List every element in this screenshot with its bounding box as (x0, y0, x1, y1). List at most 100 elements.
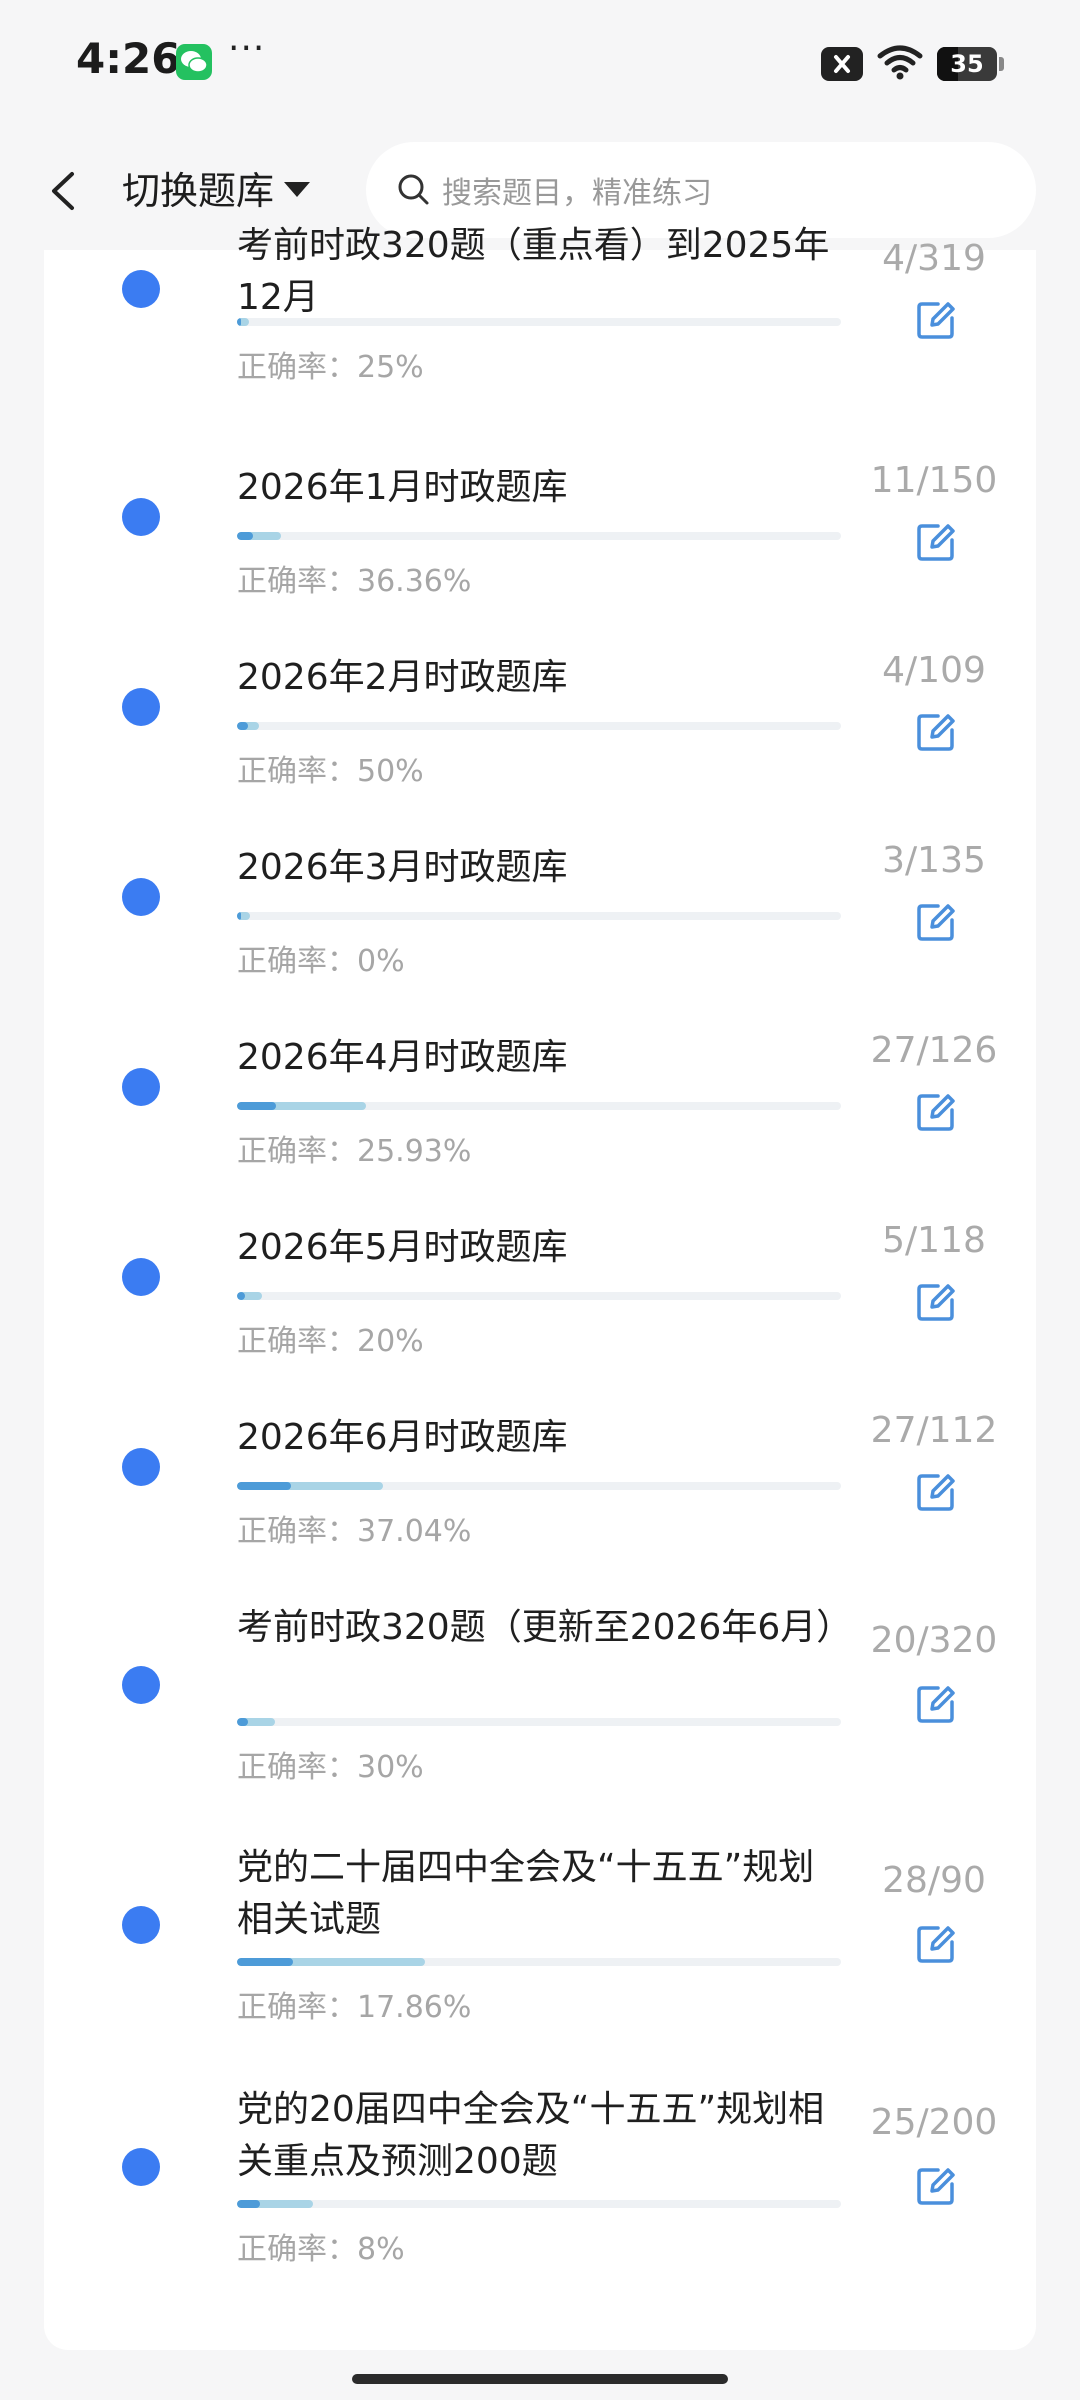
back-arrow-icon (52, 172, 74, 210)
progress-ratio: 11/150 (870, 460, 998, 501)
battery-icon: 35 (937, 47, 997, 81)
accuracy-label: 正确率： (237, 350, 357, 385)
edit-practice-icon[interactable] (914, 520, 958, 564)
progress-correct-fill (237, 722, 249, 730)
progress-bar (237, 1292, 841, 1300)
caret-down-icon (284, 182, 311, 197)
item-title: 2026年1月时政题库 (237, 467, 568, 508)
progress-bar (237, 722, 841, 730)
switch-bank-dropdown[interactable]: 切换题库 (122, 160, 311, 215)
accuracy-value: 37.04% (357, 1514, 472, 1549)
question-bank-item[interactable]: 2026年6月时政题库 正确率：37.04% 27/112 (44, 1410, 1036, 1612)
accuracy-text: 正确率：20% (237, 1316, 424, 1360)
accuracy-value: 8% (357, 2232, 405, 2267)
accuracy-label: 正确率： (237, 2232, 357, 2267)
progress-ratio: 28/90 (882, 1860, 986, 1901)
progress-ratio: 27/112 (870, 1410, 998, 1451)
accuracy-label: 正确率： (237, 1990, 357, 2025)
item-title: 考前时政320题（更新至2026年6月） (237, 1607, 853, 1648)
item-title: 2026年2月时政题库 (237, 657, 568, 698)
accuracy-text: 正确率：37.04% (237, 1506, 471, 1550)
accuracy-value: 25% (357, 350, 424, 385)
accuracy-text: 正确率：50% (237, 746, 424, 790)
edit-practice-icon[interactable] (914, 298, 958, 342)
question-bank-item[interactable]: 党的二十届四中全会及“十五五”规划相关试题正确率：17.86% 28/90 (44, 1842, 1036, 2042)
progress-bar (237, 2200, 841, 2208)
back-button[interactable] (48, 166, 78, 220)
accuracy-text: 正确率：17.86% (237, 1982, 471, 2026)
status-dot-icon (122, 688, 160, 726)
progress-correct-fill (237, 2200, 260, 2208)
item-title: 2026年3月时政题库 (237, 847, 568, 888)
item-title: 党的二十届四中全会及“十五五”规划相关试题 (237, 1847, 815, 1940)
status-dot-icon (122, 1258, 160, 1296)
progress-bar (237, 1482, 841, 1490)
item-title: 2026年5月时政题库 (237, 1227, 568, 1268)
progress-ratio: 4/109 (882, 650, 986, 691)
item-title: 党的20届四中全会及“十五五”规划相关重点及预测200题 (237, 2089, 825, 2182)
search-icon (398, 174, 429, 205)
home-indicator[interactable] (352, 2374, 728, 2384)
progress-bar (237, 912, 841, 920)
question-bank-item[interactable]: 考前时政320题（重点看）到2025年12月正确率：25% 4/319 (44, 220, 1036, 420)
edit-practice-icon[interactable] (914, 2164, 958, 2208)
accuracy-value: 25.93% (357, 1134, 472, 1169)
item-title: 2026年4月时政题库 (237, 1037, 568, 1078)
progress-correct-fill (237, 1958, 294, 1966)
progress-ratio: 20/320 (870, 1620, 998, 1661)
item-title: 2026年6月时政题库 (237, 1417, 568, 1458)
question-bank-item[interactable]: 党的20届四中全会及“十五五”规划相关重点及预测200题 正确率：8% 25/200 (44, 2084, 1036, 2284)
status-dot-icon (122, 1906, 160, 1944)
accuracy-label: 正确率： (237, 1134, 357, 1169)
wechat-icon (176, 44, 212, 80)
progress-bar (237, 1718, 841, 1726)
edit-practice-icon[interactable] (914, 1922, 958, 1966)
progress-ratio: 3/135 (882, 840, 986, 881)
accuracy-label: 正确率： (237, 1514, 357, 1549)
progress-ratio: 27/126 (870, 1030, 998, 1071)
accuracy-label: 正确率： (237, 1750, 357, 1785)
question-bank-item[interactable]: 2026年1月时政题库正确率：36.36% 11/150 (44, 460, 1036, 662)
progress-bar (237, 318, 841, 326)
progress-correct-fill (237, 1292, 245, 1300)
more-notifications-icon: ··· (228, 28, 266, 69)
edit-practice-icon[interactable] (914, 1470, 958, 1514)
accuracy-label: 正确率： (237, 1324, 357, 1359)
question-bank-item[interactable]: 2026年4月时政题库正确率：25.93% 27/126 (44, 1030, 1036, 1232)
status-dot-icon (122, 498, 160, 536)
accuracy-value: 0% (357, 944, 405, 979)
accuracy-text: 正确率：8% (237, 2224, 405, 2268)
accuracy-label: 正确率： (237, 754, 357, 789)
switch-bank-label: 切换题库 (122, 169, 275, 213)
notification-muted-icon (821, 47, 863, 81)
accuracy-value: 30% (357, 1750, 424, 1785)
accuracy-text: 正确率：30% (237, 1742, 424, 1786)
accuracy-value: 20% (357, 1324, 424, 1359)
accuracy-label: 正确率： (237, 564, 357, 599)
progress-correct-fill (237, 1102, 276, 1110)
edit-practice-icon[interactable] (914, 1280, 958, 1324)
status-time: 4:26 (76, 34, 181, 83)
battery-level: 35 (950, 50, 984, 78)
accuracy-value: 17.86% (357, 1990, 472, 2025)
edit-practice-icon[interactable] (914, 710, 958, 754)
progress-correct-fill (237, 532, 254, 540)
accuracy-value: 36.36% (357, 564, 472, 599)
status-dot-icon (122, 270, 160, 308)
progress-correct-fill (237, 1718, 249, 1726)
edit-practice-icon[interactable] (914, 900, 958, 944)
edit-practice-icon[interactable] (914, 1090, 958, 1134)
edit-practice-icon[interactable] (914, 1682, 958, 1726)
progress-correct-fill (237, 1482, 291, 1490)
wifi-icon (877, 44, 923, 84)
question-bank-item[interactable]: 2026年3月时政题库 正确率：0% 3/135 (44, 840, 1036, 1042)
item-title: 考前时政320题（重点看）到2025年12月 (237, 225, 830, 318)
status-dot-icon (122, 1666, 160, 1704)
accuracy-text: 正确率：25% (237, 342, 424, 386)
question-bank-item[interactable]: 2026年5月时政题库 正确率：20% 5/118 (44, 1220, 1036, 1422)
progress-ratio: 4/319 (882, 238, 986, 279)
accuracy-text: 正确率：0% (237, 936, 405, 980)
question-bank-item[interactable]: 考前时政320题（更新至2026年6月） 正确率：30% 20/320 (44, 1602, 1036, 1802)
question-bank-item[interactable]: 2026年2月时政题库 正确率：50% 4/109 (44, 650, 1036, 852)
status-dot-icon (122, 2148, 160, 2186)
